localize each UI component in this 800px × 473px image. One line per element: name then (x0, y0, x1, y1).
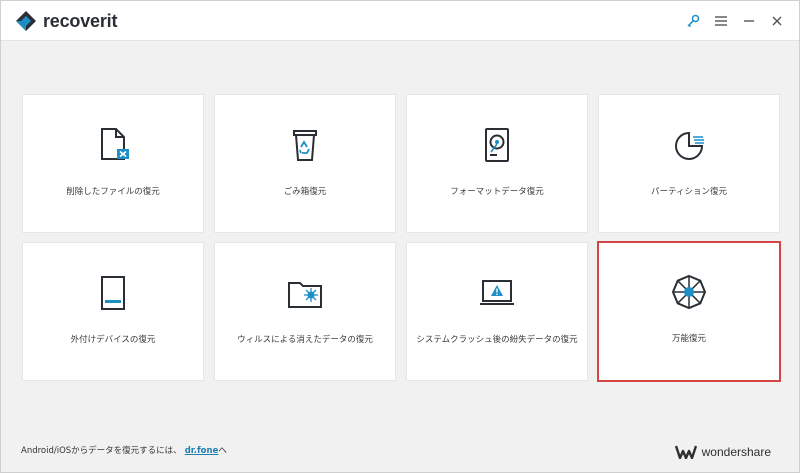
card-label: システムクラッシュ後の紛失データの復元 (416, 335, 578, 345)
card-formatted-data[interactable]: フォーマットデータ復元 (406, 94, 588, 233)
card-label: 削除したファイルの復元 (66, 187, 160, 197)
external-device-icon (93, 273, 133, 313)
hamburger-menu-icon (715, 16, 727, 26)
window-controls (679, 11, 791, 31)
minimize-button[interactable] (735, 11, 763, 31)
key-button[interactable] (679, 11, 707, 31)
virus-folder-icon (285, 273, 325, 313)
deleted-file-icon (93, 125, 133, 165)
minimize-icon (744, 20, 754, 22)
card-recycle-bin[interactable]: ごみ箱復元 (214, 94, 396, 233)
wondershare-logo-icon (674, 445, 697, 459)
card-all-round-recovery[interactable]: 万能復元 (597, 241, 781, 382)
card-virus-attack[interactable]: ウィルスによる消えたデータの復元 (214, 242, 396, 381)
key-icon (687, 14, 700, 28)
close-icon (772, 16, 782, 26)
card-partition[interactable]: パーティション復元 (598, 94, 780, 233)
recoverit-logo-icon (16, 11, 36, 31)
menu-button[interactable] (707, 11, 735, 31)
system-crash-laptop-icon (477, 273, 517, 313)
card-external-device[interactable]: 外付けデバイスの復元 (22, 242, 204, 381)
card-label: ごみ箱復元 (283, 187, 327, 197)
card-label: パーティション復元 (651, 187, 727, 197)
brand-name: wondershare (701, 445, 771, 459)
title-bar: recoverit (1, 1, 799, 41)
footer-text: Android/iOSからデータを復元するには、 (21, 446, 182, 456)
formatted-drive-icon (477, 125, 517, 165)
card-label: フォーマットデータ復元 (450, 187, 544, 197)
all-round-recovery-icon (669, 272, 709, 312)
footer-link-suffix: へ (218, 446, 227, 456)
card-label: 外付けデバイスの復元 (70, 335, 156, 345)
footer-note: Android/iOSからデータを復元するには、 dr.foneへ (21, 444, 227, 456)
card-system-crash[interactable]: システムクラッシュ後の紛失データの復元 (406, 242, 588, 381)
app-window: recoverit 削除したファイルの復元 ごみ箱復元 フォーマットデータ復元 … (0, 0, 800, 473)
partition-pie-icon (669, 125, 709, 165)
app-logo: recoverit (15, 10, 117, 32)
card-label: 万能復元 (671, 334, 706, 344)
recycle-bin-icon (285, 125, 325, 165)
wondershare-brand: wondershare (674, 445, 771, 459)
drfone-link[interactable]: dr.fone (185, 446, 219, 456)
card-deleted-files[interactable]: 削除したファイルの復元 (22, 94, 204, 233)
card-label: ウィルスによる消えたデータの復元 (237, 335, 373, 345)
close-button[interactable] (763, 11, 791, 31)
app-name: recoverit (43, 10, 118, 31)
